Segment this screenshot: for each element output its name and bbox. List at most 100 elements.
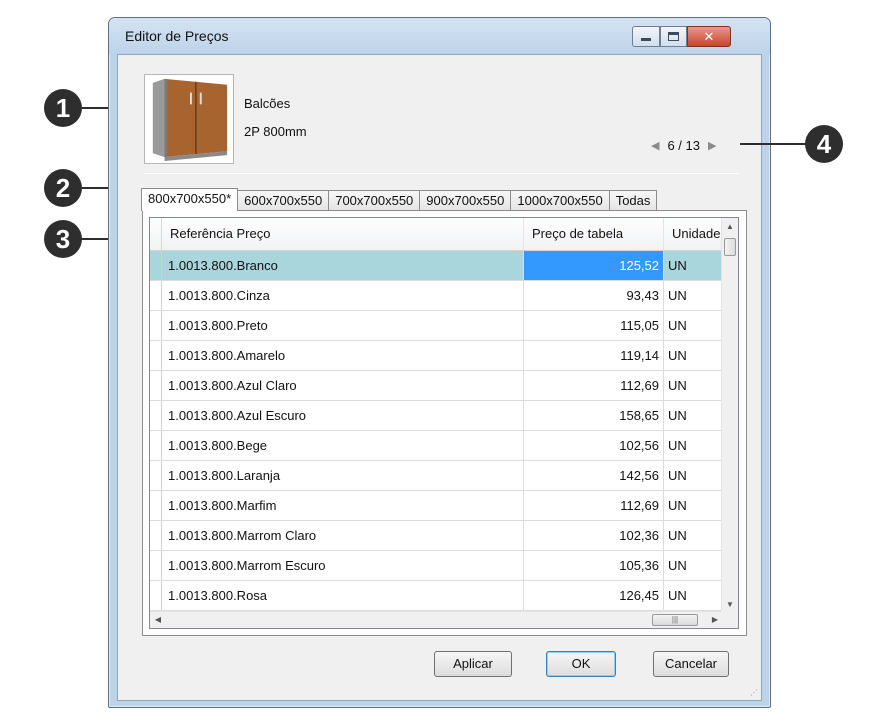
grid-header: Referência Preço Preço de tabela Unidade xyxy=(150,218,723,251)
row-header[interactable] xyxy=(150,371,162,400)
table-row[interactable]: 1.0013.800.Cinza 93,43 UN xyxy=(150,281,723,311)
minimize-button[interactable] xyxy=(632,26,660,47)
row-header[interactable] xyxy=(150,431,162,460)
horizontal-scroll-thumb[interactable]: ||| xyxy=(652,614,698,626)
scroll-corner xyxy=(721,611,738,628)
cell-reference[interactable]: 1.0013.800.Bege xyxy=(162,431,524,460)
table-row[interactable]: 1.0013.800.Marfim 112,69 UN xyxy=(150,491,723,521)
product-description: 2P 800mm xyxy=(244,124,307,139)
table-row[interactable]: 1.0013.800.Rosa 126,45 UN xyxy=(150,581,723,611)
tab-600x700x550[interactable]: 600x700x550 xyxy=(237,190,330,211)
price-grid: Referência Preço Preço de tabela Unidade… xyxy=(149,217,739,629)
dialog-client-area: Balcões 2P 800mm ◀ 6 / 13 ▶ 800x700x550*… xyxy=(117,54,762,701)
row-header[interactable] xyxy=(150,461,162,490)
row-header[interactable] xyxy=(150,551,162,580)
close-button[interactable]: ✕ xyxy=(687,26,731,47)
title-bar[interactable]: Editor de Preços ✕ xyxy=(109,18,770,54)
cell-price[interactable]: 119,14 xyxy=(524,341,664,370)
cell-unit[interactable]: UN xyxy=(664,491,723,520)
vertical-scrollbar[interactable]: ▲ ▼ xyxy=(721,218,738,613)
maximize-button[interactable] xyxy=(660,26,687,47)
cell-price[interactable]: 158,65 xyxy=(524,401,664,430)
apply-button[interactable]: Aplicar xyxy=(434,651,512,677)
cell-price[interactable]: 102,36 xyxy=(524,521,664,550)
cell-unit[interactable]: UN xyxy=(664,521,723,550)
cabinet-thumbnail-icon xyxy=(144,74,234,164)
cell-price[interactable]: 115,05 xyxy=(524,311,664,340)
table-row[interactable]: 1.0013.800.Laranja 142,56 UN xyxy=(150,461,723,491)
row-header[interactable] xyxy=(150,491,162,520)
table-row[interactable]: 1.0013.800.Branco 125,52 UN xyxy=(150,251,723,281)
table-row[interactable]: 1.0013.800.Azul Escuro 158,65 UN xyxy=(150,401,723,431)
scroll-left-icon[interactable]: ◀ xyxy=(150,612,166,628)
cell-reference[interactable]: 1.0013.800.Cinza xyxy=(162,281,524,310)
row-header[interactable] xyxy=(150,311,162,340)
cell-unit[interactable]: UN xyxy=(664,311,723,340)
tab-1000x700x550[interactable]: 1000x700x550 xyxy=(510,190,610,211)
cell-unit[interactable]: UN xyxy=(664,281,723,310)
cell-unit[interactable]: UN xyxy=(664,251,723,280)
cell-price[interactable]: 126,45 xyxy=(524,581,664,610)
row-header[interactable] xyxy=(150,251,162,280)
cancel-button[interactable]: Cancelar xyxy=(653,651,729,677)
cell-price[interactable]: 125,52 xyxy=(524,251,664,280)
column-header-reference[interactable]: Referência Preço xyxy=(162,218,524,250)
tab-800x700x550[interactable]: 800x700x550* xyxy=(141,188,239,211)
cell-reference[interactable]: 1.0013.800.Branco xyxy=(162,251,524,280)
table-row[interactable]: 1.0013.800.Marrom Escuro 105,36 UN xyxy=(150,551,723,581)
cell-unit[interactable]: UN xyxy=(664,461,723,490)
arrow-right-icon[interactable]: ▶ xyxy=(708,139,716,152)
cell-unit[interactable]: UN xyxy=(664,551,723,580)
column-header-price[interactable]: Preço de tabela xyxy=(524,218,664,250)
callout-3: 3 xyxy=(44,220,82,258)
cell-reference[interactable]: 1.0013.800.Laranja xyxy=(162,461,524,490)
arrow-left-icon[interactable]: ◀ xyxy=(651,139,659,152)
cell-unit[interactable]: UN xyxy=(664,431,723,460)
cell-price[interactable]: 112,69 xyxy=(524,371,664,400)
product-counter: 6 / 13 xyxy=(667,138,700,153)
cell-reference[interactable]: 1.0013.800.Marfim xyxy=(162,491,524,520)
callout-4-line xyxy=(740,143,806,145)
cell-price[interactable]: 142,56 xyxy=(524,461,664,490)
column-header-unit[interactable]: Unidade xyxy=(664,218,723,250)
row-header[interactable] xyxy=(150,581,162,610)
cell-unit[interactable]: UN xyxy=(664,371,723,400)
cell-price[interactable]: 102,56 xyxy=(524,431,664,460)
resize-grip-icon[interactable]: ⋰ xyxy=(750,688,758,697)
horizontal-scrollbar[interactable]: ◀ ||| ▶ xyxy=(150,611,723,628)
cell-price[interactable]: 112,69 xyxy=(524,491,664,520)
table-row[interactable]: 1.0013.800.Bege 102,56 UN xyxy=(150,431,723,461)
cell-price[interactable]: 105,36 xyxy=(524,551,664,580)
cell-reference[interactable]: 1.0013.800.Azul Escuro xyxy=(162,401,524,430)
scroll-up-icon[interactable]: ▲ xyxy=(722,218,738,235)
table-row[interactable]: 1.0013.800.Azul Claro 112,69 UN xyxy=(150,371,723,401)
row-header[interactable] xyxy=(150,521,162,550)
cell-reference[interactable]: 1.0013.800.Azul Claro xyxy=(162,371,524,400)
price-editor-window: Editor de Preços ✕ Balcões 2P 800mm ◀ 6 … xyxy=(108,17,771,708)
maximize-icon xyxy=(668,32,679,41)
ok-button[interactable]: OK xyxy=(546,651,616,677)
cell-reference[interactable]: 1.0013.800.Marrom Claro xyxy=(162,521,524,550)
table-row[interactable]: 1.0013.800.Preto 115,05 UN xyxy=(150,311,723,341)
window-title: Editor de Preços xyxy=(125,28,229,44)
row-header[interactable] xyxy=(150,341,162,370)
cell-reference[interactable]: 1.0013.800.Rosa xyxy=(162,581,524,610)
size-tabs: 800x700x550* 600x700x550 700x700x550 900… xyxy=(141,188,658,211)
cell-reference[interactable]: 1.0013.800.Marrom Escuro xyxy=(162,551,524,580)
table-row[interactable]: 1.0013.800.Marrom Claro 102,36 UN xyxy=(150,521,723,551)
cell-unit[interactable]: UN xyxy=(664,341,723,370)
close-icon: ✕ xyxy=(703,28,715,44)
tab-900x700x550[interactable]: 900x700x550 xyxy=(419,190,512,211)
tab-todas[interactable]: Todas xyxy=(608,190,658,211)
vertical-scroll-thumb[interactable] xyxy=(724,238,736,256)
row-header[interactable] xyxy=(150,281,162,310)
tab-700x700x550[interactable]: 700x700x550 xyxy=(328,190,421,211)
table-row[interactable]: 1.0013.800.Amarelo 119,14 UN xyxy=(150,341,723,371)
tab-panel: Referência Preço Preço de tabela Unidade… xyxy=(142,210,747,636)
row-header[interactable] xyxy=(150,401,162,430)
cell-unit[interactable]: UN xyxy=(664,581,723,610)
cell-reference[interactable]: 1.0013.800.Amarelo xyxy=(162,341,524,370)
cell-reference[interactable]: 1.0013.800.Preto xyxy=(162,311,524,340)
cell-price[interactable]: 93,43 xyxy=(524,281,664,310)
cell-unit[interactable]: UN xyxy=(664,401,723,430)
